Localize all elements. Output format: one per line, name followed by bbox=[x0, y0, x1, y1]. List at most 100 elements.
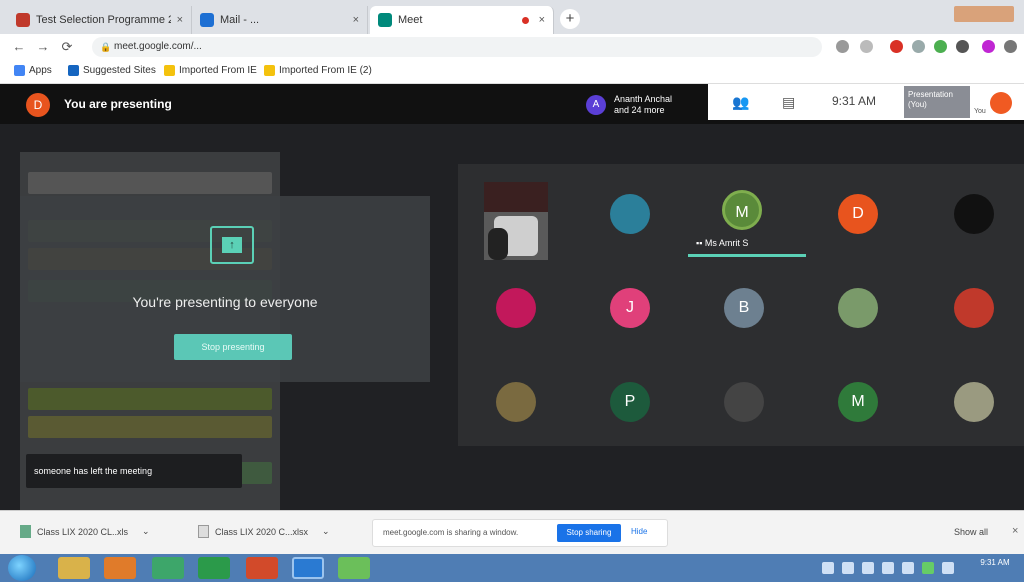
meet-controls-panel: 👥 ▤ 9:31 AM Presentation (You) You bbox=[708, 84, 1024, 120]
extension-icon[interactable] bbox=[890, 40, 903, 53]
presenter-avatar: D bbox=[26, 93, 50, 117]
participant-avatar: A bbox=[586, 95, 606, 115]
participant-video-tile[interactable] bbox=[484, 182, 548, 260]
extension-icon[interactable] bbox=[956, 40, 969, 53]
tray-icon[interactable] bbox=[842, 562, 854, 574]
present-screen-icon: ↑ bbox=[210, 226, 254, 264]
participant-avatar[interactable]: D bbox=[838, 194, 878, 234]
browser-toolbar: ← → ⟳ 🔒 meet.google.com/... bbox=[0, 34, 1024, 60]
battery-icon[interactable] bbox=[922, 562, 934, 574]
participant-name: Ananth Anchal bbox=[614, 94, 673, 104]
bookmark-suggested-sites[interactable]: Suggested Sites bbox=[68, 65, 156, 76]
camera-icon[interactable] bbox=[836, 40, 849, 53]
extension-icon[interactable] bbox=[934, 40, 947, 53]
participant-avatar[interactable] bbox=[724, 382, 764, 422]
address-bar[interactable]: 🔒 meet.google.com/... bbox=[92, 37, 822, 57]
profile-icon[interactable] bbox=[982, 40, 995, 53]
stop-sharing-button[interactable]: Stop sharing bbox=[557, 524, 621, 542]
forward-icon[interactable]: → bbox=[34, 38, 52, 56]
tab-close-icon[interactable]: × bbox=[353, 14, 359, 26]
meet-icon bbox=[378, 13, 392, 27]
bookmark-imported-ie-2[interactable]: Imported From IE (2) bbox=[264, 65, 372, 76]
participants-chip[interactable]: A Ananth Anchal and 24 more bbox=[586, 90, 672, 120]
folder-icon bbox=[264, 65, 275, 76]
show-all-button[interactable]: Show all bbox=[954, 527, 988, 537]
tab-test-selection[interactable]: Test Selection Programme 2021 - M × bbox=[8, 6, 192, 34]
media-player-icon[interactable] bbox=[104, 557, 136, 579]
tab-mail[interactable]: Mail - ... × bbox=[192, 6, 368, 34]
stop-presenting-button[interactable]: Stop presenting bbox=[174, 334, 292, 360]
app-icon[interactable] bbox=[152, 557, 184, 579]
volume-icon[interactable] bbox=[902, 562, 914, 574]
file-explorer-icon[interactable] bbox=[58, 557, 90, 579]
start-button[interactable] bbox=[8, 555, 36, 581]
tab-meet[interactable]: Meet × bbox=[370, 6, 554, 34]
speaking-indicator bbox=[688, 254, 806, 257]
chevron-down-icon[interactable]: ⌄ bbox=[322, 526, 330, 537]
participant-avatar[interactable]: J bbox=[610, 288, 650, 328]
window-controls[interactable] bbox=[954, 6, 1014, 22]
reload-icon[interactable]: ⟳ bbox=[58, 38, 76, 56]
chevron-down-icon[interactable]: ⌄ bbox=[142, 526, 150, 537]
windows-taskbar: 9:31 AM bbox=[0, 554, 1024, 582]
system-tray bbox=[818, 560, 968, 576]
self-presentation-thumbnail[interactable]: Presentation (You) bbox=[904, 86, 970, 118]
bookmark-icon bbox=[68, 65, 79, 76]
folder-icon bbox=[164, 65, 175, 76]
close-icon[interactable]: × bbox=[1012, 525, 1018, 537]
participant-avatar[interactable]: P bbox=[610, 382, 650, 422]
new-tab-button[interactable]: + bbox=[560, 9, 580, 29]
tab-close-icon[interactable]: × bbox=[177, 14, 183, 26]
menu-icon[interactable] bbox=[1004, 40, 1017, 53]
share-message: meet.google.com is sharing a window. bbox=[383, 528, 519, 537]
tab-title: Meet bbox=[398, 14, 423, 26]
participant-avatar[interactable]: M bbox=[722, 190, 762, 230]
people-icon[interactable]: 👥 bbox=[732, 94, 749, 111]
participant-avatar[interactable] bbox=[610, 194, 650, 234]
meet-window: D You are presenting A Ananth Anchal and… bbox=[0, 84, 1024, 510]
meeting-clock: 9:31 AM bbox=[832, 94, 877, 108]
participant-grid: M D ▪▪ Ms Amrit S J B P M bbox=[458, 164, 1024, 446]
presenting-title: You're presenting to everyone bbox=[132, 294, 318, 310]
screen-share-notification: meet.google.com is sharing a window. Sto… bbox=[372, 519, 668, 547]
presenting-card: ↑ You're presenting to everyone Stop pre… bbox=[20, 196, 430, 382]
speaking-participant-name: ▪▪ Ms Amrit S bbox=[696, 238, 749, 248]
app-icon[interactable] bbox=[246, 557, 278, 579]
you-label: You bbox=[974, 108, 986, 115]
excel-file-icon bbox=[20, 525, 31, 538]
back-icon[interactable]: ← bbox=[10, 38, 28, 56]
hide-button[interactable]: Hide bbox=[631, 527, 647, 536]
chrome-icon[interactable] bbox=[198, 557, 230, 579]
taskbar-clock[interactable]: 9:31 AM bbox=[970, 558, 1020, 568]
recording-dot-icon bbox=[521, 16, 529, 24]
network-icon[interactable] bbox=[882, 562, 894, 574]
chat-icon[interactable]: ▤ bbox=[782, 94, 795, 111]
self-avatar[interactable] bbox=[990, 92, 1012, 114]
app-icon[interactable] bbox=[338, 557, 370, 579]
chrome-active-icon[interactable] bbox=[292, 557, 324, 579]
participant-avatar[interactable] bbox=[954, 288, 994, 328]
participant-avatar[interactable] bbox=[496, 382, 536, 422]
tab-close-icon[interactable]: × bbox=[539, 14, 545, 26]
bookmark-imported-ie[interactable]: Imported From IE bbox=[164, 65, 257, 76]
bookmark-apps[interactable]: Apps bbox=[14, 65, 52, 76]
participant-avatar[interactable] bbox=[838, 288, 878, 328]
download-item[interactable]: Class LIX 2020 C...xlsx ⌄ bbox=[198, 525, 330, 538]
apps-icon bbox=[14, 65, 25, 76]
participant-avatar[interactable] bbox=[496, 288, 536, 328]
tray-icon[interactable] bbox=[942, 562, 954, 574]
meet-top-bar: D You are presenting A Ananth Anchal and… bbox=[0, 84, 1024, 124]
download-item[interactable]: Class LIX 2020 CL..xls ⌄ bbox=[20, 525, 150, 538]
lock-icon: 🔒 bbox=[100, 42, 112, 52]
extension-icon[interactable] bbox=[912, 40, 925, 53]
tray-icon[interactable] bbox=[862, 562, 874, 574]
participant-avatar[interactable]: B bbox=[724, 288, 764, 328]
participant-avatar[interactable] bbox=[954, 382, 994, 422]
star-icon[interactable] bbox=[860, 40, 873, 53]
participant-avatar[interactable]: M bbox=[838, 382, 878, 422]
participant-avatar[interactable] bbox=[954, 194, 994, 234]
tab-title: Mail - ... bbox=[220, 14, 260, 26]
gmail-icon bbox=[16, 13, 30, 27]
tray-icon[interactable] bbox=[822, 562, 834, 574]
outlook-icon bbox=[200, 13, 214, 27]
